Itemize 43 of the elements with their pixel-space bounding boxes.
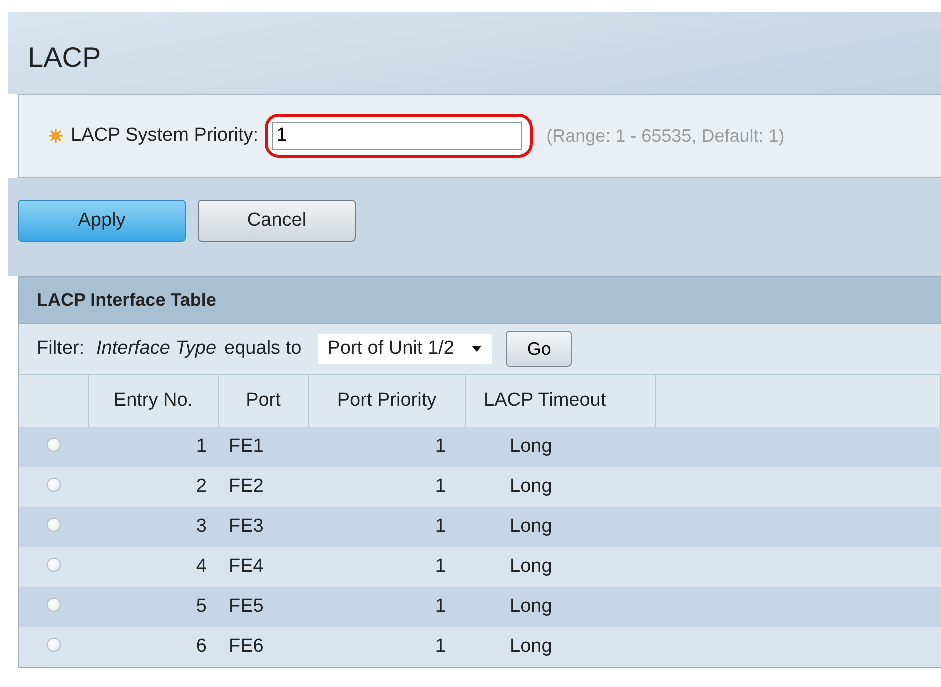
table-cell-text: 4 (195, 556, 208, 578)
filter-label: Filter: (37, 338, 84, 360)
table-cell-text: 1 (434, 556, 447, 578)
table-cell-text: FE3 (228, 516, 265, 538)
table-cell-text: Long (509, 436, 554, 458)
table-cell-text: Long (509, 516, 554, 538)
filter-field: Interface Type (96, 338, 217, 360)
table-cell-text: 3 (195, 516, 208, 538)
table-cell-text: FE5 (228, 596, 265, 618)
range-hint: (Range: 1 - 65535, Default: 1) (546, 126, 785, 146)
table-cell-text: 6 (195, 636, 208, 658)
row-radio[interactable] (47, 638, 61, 652)
table-cell-text: 5 (195, 596, 208, 618)
table-cell-text: FE1 (228, 436, 265, 458)
field-label: LACP System Priority: (71, 125, 259, 147)
filter-operator: equals to (224, 338, 302, 360)
table-cell-text: Long (509, 596, 554, 618)
table-cell-text: 1 (434, 596, 447, 618)
table-cell-text: Long (509, 636, 554, 658)
table-cell-text: FE2 (228, 476, 265, 498)
table-cell-text: 1 (434, 516, 447, 538)
table-cell-text: 1 (434, 476, 447, 498)
table-cell-text: 1 (434, 436, 447, 458)
table-cell-text: 1 (434, 636, 447, 658)
row-radio[interactable] (47, 518, 61, 532)
row-radio[interactable] (47, 478, 61, 492)
table-cell-text: Long (509, 556, 554, 578)
priority-field[interactable]: 1 (264, 114, 533, 158)
cancel-button[interactable]: Cancel (198, 200, 356, 242)
table-cell-text: 1 (195, 436, 208, 458)
go-button[interactable]: Go (506, 331, 572, 367)
caret-icon (472, 346, 482, 352)
row-radio[interactable] (47, 598, 61, 612)
apply-button[interactable]: Apply (18, 200, 186, 242)
table-cell-text: FE4 (228, 556, 265, 578)
table-cell-text: Long (509, 476, 554, 498)
page-title: LACP (8, 12, 941, 94)
table-title: LACP Interface Table (37, 290, 216, 310)
interface-dropdown[interactable]: Port of Unit 1/2 (318, 334, 492, 364)
table-cell-text: 2 (195, 476, 208, 498)
row-radio[interactable] (47, 558, 61, 572)
row-radio[interactable] (47, 438, 61, 452)
table-cell-text: FE6 (228, 636, 265, 658)
